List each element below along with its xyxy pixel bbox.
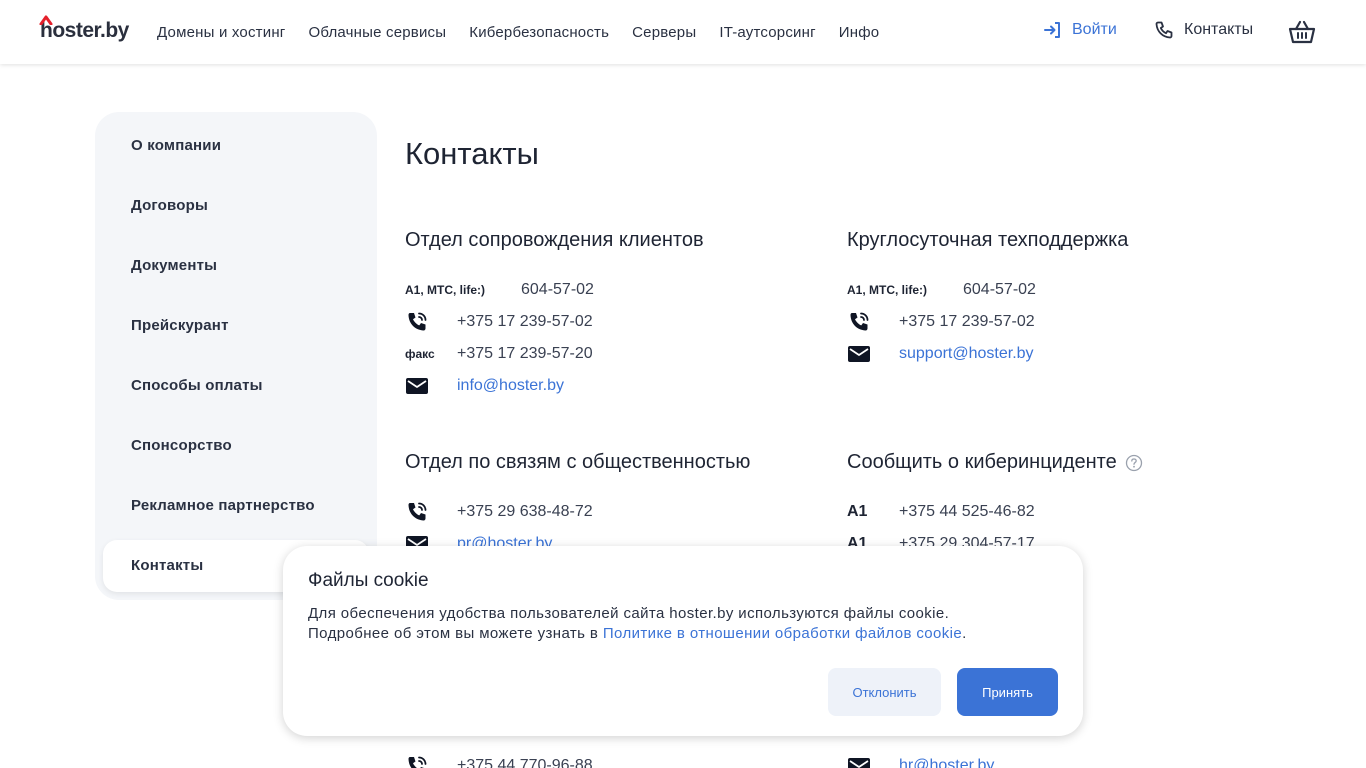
contact-row: +375 17 239-57-02 [405, 306, 825, 338]
help-icon[interactable] [1125, 454, 1143, 472]
contact-row: info@hoster.by [405, 370, 825, 402]
sidebar-item-sponsorship[interactable]: Спонсорство [103, 420, 369, 472]
mail-icon [847, 344, 899, 364]
cookie-policy-link[interactable]: Политике в отношении обработки файлов co… [603, 625, 962, 642]
sidebar-menu: О компании Договоры Документы Прейскуран… [95, 112, 377, 600]
header-contacts-link[interactable]: Контакты [1154, 20, 1253, 40]
section-title-wrap: Сообщить о киберинциденте [847, 448, 1267, 476]
cookie-dialog: Файлы cookie Для обеспечения удобства по… [283, 546, 1083, 736]
main-nav: Домены и хостинг Облачные сервисы Киберб… [157, 0, 902, 64]
phone-number[interactable]: +375 44 770-96-88 [457, 757, 593, 768]
contact-row: A1 +375 44 525-46-82 [847, 496, 1267, 528]
contact-row: support@hoster.by [847, 338, 1267, 370]
nav-it-outsourcing[interactable]: IT-аутсорсинг [719, 24, 815, 41]
phone-icon [405, 310, 457, 334]
logo[interactable]: hoster.by [39, 15, 129, 44]
section-title: Отдел по связям с общественностью [405, 451, 751, 473]
section-title: Сообщить о киберинциденте [847, 451, 1117, 473]
contact-row: +375 29 638-48-72 [405, 496, 825, 528]
section-title: Отдел сопровождения клиентов [405, 229, 704, 251]
email-link[interactable]: hr@hoster.by [899, 757, 994, 768]
mobile-operators-label: A1, МТС, life:) [405, 283, 485, 297]
contact-row: A1, МТС, life:) 604-57-02 [847, 274, 1267, 306]
contact-row: +375 17 239-57-02 [847, 306, 1267, 338]
login-label: Войти [1072, 21, 1117, 38]
fax-number: +375 17 239-57-20 [457, 345, 593, 362]
section-support: Круглосуточная техподдержка A1, МТС, lif… [847, 226, 1267, 370]
section-title: Круглосуточная техподдержка [847, 229, 1129, 251]
nav-info[interactable]: Инфо [839, 24, 880, 41]
cookie-title: Файлы cookie [308, 570, 429, 591]
page-title: Контакты [405, 136, 539, 171]
phone-icon [847, 310, 899, 334]
sidebar-item-contracts[interactable]: Договоры [103, 180, 369, 232]
phone-icon [1155, 21, 1173, 39]
mail-icon [405, 376, 457, 396]
short-number[interactable]: 604-57-02 [963, 281, 1036, 299]
nav-cybersecurity[interactable]: Кибербезопасность [469, 24, 609, 41]
email-link[interactable]: info@hoster.by [457, 377, 564, 395]
site-header: hoster.by Домены и хостинг Облачные серв… [0, 0, 1366, 64]
header-contacts-label: Контакты [1184, 21, 1254, 38]
contact-row: факс +375 17 239-57-20 [405, 338, 825, 370]
cookie-text-line1: Для обеспечения удобства пользователей с… [308, 605, 950, 622]
phone-icon [405, 500, 457, 524]
cookie-text-line2-suffix: . [962, 625, 967, 642]
decline-button[interactable]: Отклонить [828, 668, 941, 716]
section-cyber-incident: Сообщить о киберинциденте A1 +375 44 525… [847, 448, 1267, 560]
login-button[interactable]: Войти [1042, 20, 1117, 40]
login-icon [1044, 22, 1060, 38]
short-number[interactable]: 604-57-02 [521, 281, 594, 299]
cookie-text-line2-prefix: Подробнее об этом вы можете узнать в [308, 625, 603, 642]
nav-cloud-services[interactable]: Облачные сервисы [308, 24, 446, 41]
operator-label: A1 [847, 503, 868, 520]
phone-number[interactable]: +375 44 525-46-82 [899, 503, 1035, 521]
contact-row: A1, МТС, life:) 604-57-02 [405, 274, 825, 306]
email-link[interactable]: support@hoster.by [899, 345, 1034, 363]
phone-icon [405, 754, 457, 768]
section-pr: Отдел по связям с общественностью +375 2… [405, 448, 825, 560]
cookie-text: Для обеспечения удобства пользователей с… [308, 604, 1058, 644]
mail-icon [847, 756, 899, 768]
cart-icon [1288, 20, 1316, 44]
mobile-operators-label: A1, МТС, life:) [847, 283, 927, 297]
contact-row: hr@hoster.by [847, 750, 1267, 768]
contact-row: +375 44 770-96-88 [405, 750, 825, 768]
sidebar-item-documents[interactable]: Документы [103, 240, 369, 292]
nav-servers[interactable]: Серверы [632, 24, 696, 41]
section-bottom-left: +375 44 770-96-88 [405, 750, 825, 768]
nav-domains-hosting[interactable]: Домены и хостинг [157, 24, 285, 41]
accept-button[interactable]: Принять [957, 668, 1058, 716]
cart-button[interactable] [1288, 18, 1316, 51]
sidebar-item-about[interactable]: О компании [103, 120, 369, 172]
logo-text: hoster.by [40, 19, 129, 42]
section-clients: Отдел сопровождения клиентов A1, МТС, li… [405, 226, 825, 402]
logo-mark-icon [39, 15, 53, 25]
sidebar-item-payment-methods[interactable]: Способы оплаты [103, 360, 369, 412]
phone-number[interactable]: +375 17 239-57-02 [457, 313, 593, 331]
phone-number[interactable]: +375 17 239-57-02 [899, 313, 1035, 331]
fax-label: факс [405, 347, 435, 361]
phone-number[interactable]: +375 29 638-48-72 [457, 503, 593, 521]
sidebar-item-ad-partnership[interactable]: Рекламное партнерство [103, 480, 369, 532]
section-bottom-right: hr@hoster.by [847, 750, 1267, 768]
sidebar-item-pricelist[interactable]: Прейскурант [103, 300, 369, 352]
